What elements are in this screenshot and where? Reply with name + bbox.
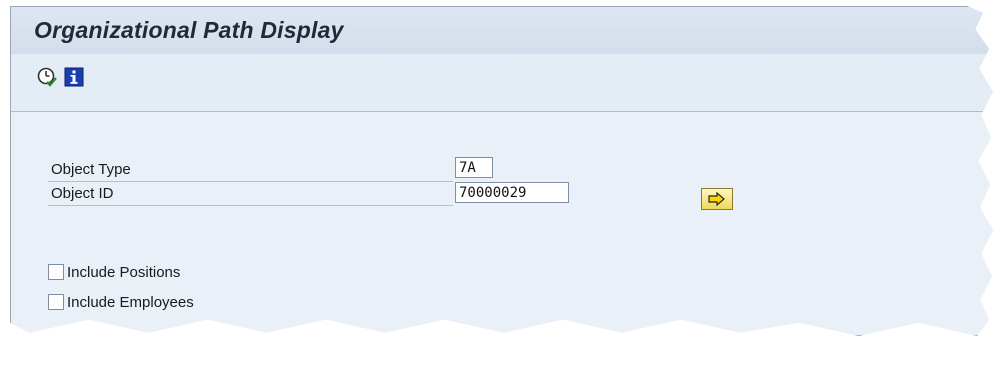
page-title: Organizational Path Display — [34, 17, 344, 43]
object-id-row: Object ID — [48, 183, 453, 206]
info-icon[interactable] — [63, 66, 85, 88]
object-type-label: Object Type — [51, 161, 131, 178]
object-type-field[interactable] — [455, 157, 493, 178]
object-type-row: Object Type — [48, 159, 453, 182]
include-positions-label: Include Positions — [67, 263, 181, 281]
object-id-field[interactable] — [455, 182, 569, 203]
selection-screen: Object Type Object ID Include Positions … — [11, 112, 994, 335]
arrow-right-icon — [708, 192, 725, 206]
object-id-label: Object ID — [51, 185, 114, 202]
include-employees-row: Include Employees — [48, 292, 194, 312]
include-employees-label: Include Employees — [67, 293, 194, 311]
title-bar: Organizational Path Display — [11, 7, 994, 55]
execute-clock-icon[interactable] — [36, 66, 58, 88]
application-toolbar — [11, 54, 994, 112]
go-button[interactable] — [701, 188, 733, 210]
sap-window: Organizational Path Display Object Type — [10, 6, 994, 336]
include-positions-row: Include Positions — [48, 262, 180, 282]
include-employees-checkbox[interactable] — [48, 294, 64, 310]
include-positions-checkbox[interactable] — [48, 264, 64, 280]
